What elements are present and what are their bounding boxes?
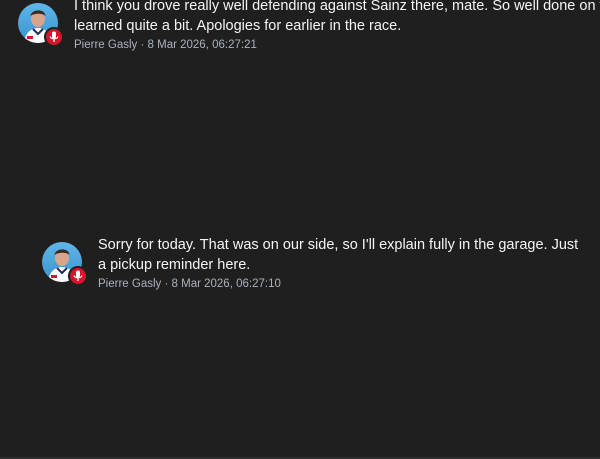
message-meta: Pierre Gasly · 8 Mar 2026, 06:27:10 [98, 278, 578, 290]
microphone-icon [68, 266, 88, 286]
message-item: I think you drove really well defending … [18, 0, 600, 51]
message-body: Sorry for today. That was on our side, s… [98, 235, 578, 290]
microphone-icon [44, 27, 64, 47]
message-timestamp: 8 Mar 2026, 06:27:10 [171, 278, 281, 290]
message-timestamp: 8 Mar 2026, 06:27:21 [147, 39, 257, 51]
avatar-container[interactable] [42, 242, 88, 286]
message-item: Sorry for today. That was on our side, s… [42, 235, 582, 290]
message-meta: Pierre Gasly · 8 Mar 2026, 06:27:21 [74, 39, 600, 51]
message-author: Pierre Gasly [74, 39, 138, 51]
message-author: Pierre Gasly [98, 278, 162, 290]
meta-separator: · [164, 278, 169, 290]
meta-separator: · [140, 39, 145, 51]
message-text: I think you drove really well defending … [74, 0, 600, 34]
radio-message-feed: I think you drove really well defending … [0, 0, 600, 459]
message-body: I think you drove really well defending … [74, 0, 600, 51]
message-text: Sorry for today. That was on our side, s… [98, 237, 579, 273]
avatar-container[interactable] [18, 3, 64, 47]
